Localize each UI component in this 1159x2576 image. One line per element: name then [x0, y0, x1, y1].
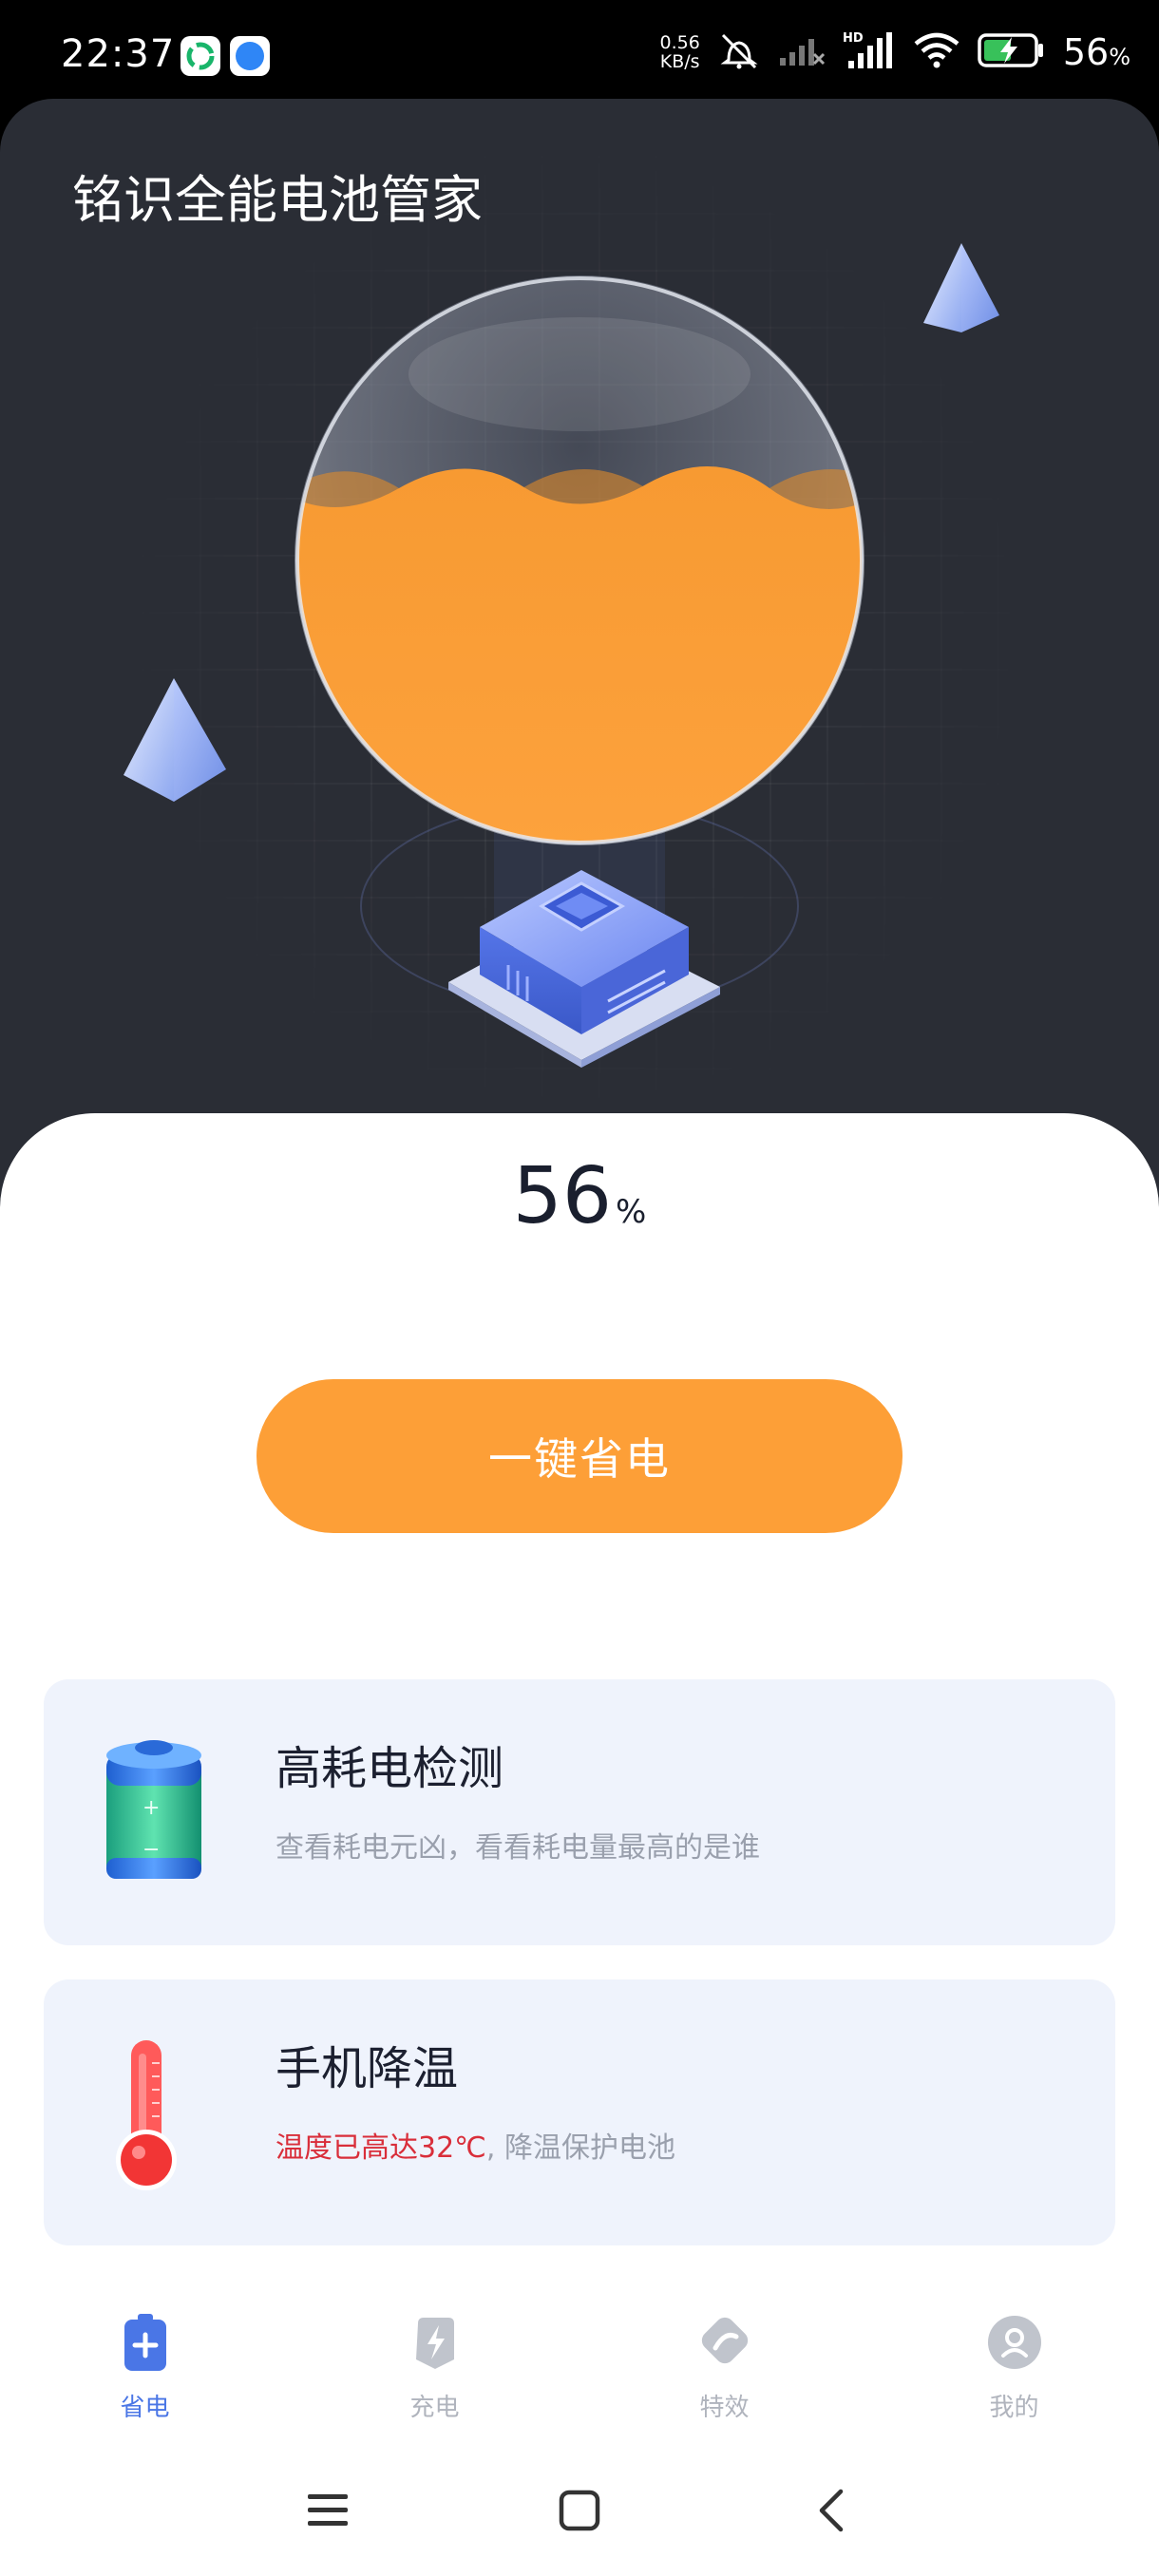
effects-icon: [696, 2312, 753, 2377]
card-subtitle: 查看耗电元凶，看看耗电量最高的是谁: [276, 1831, 760, 1865]
thermometer-icon: [106, 2035, 186, 2200]
charge-icon: [410, 2312, 460, 2377]
app-green-icon: [180, 36, 220, 76]
signal-off-icon: [778, 33, 826, 71]
high-drain-detection-card[interactable]: + − 高耗电检测 查看耗电元凶，看看耗电量最高的是谁: [44, 1679, 1115, 1945]
card-title: 手机降温: [276, 2042, 459, 2095]
tab-label: 我的: [989, 2394, 1039, 2422]
card-title: 高耗电检测: [276, 1742, 504, 1795]
status-time: 22:37: [61, 32, 176, 76]
tab-charge[interactable]: 充电: [290, 2280, 580, 2451]
status-icons: 0.56 KB/s HD 56%: [660, 28, 1130, 76]
net-speed: 0.56 KB/s: [659, 32, 700, 72]
battery-percent-value: 56: [512, 1151, 613, 1241]
tab-label: 省电: [120, 2394, 170, 2422]
tab-effects[interactable]: 特效: [580, 2280, 869, 2451]
phone-cooling-card[interactable]: 手机降温 温度已高达32℃, 降温保护电池: [44, 1979, 1115, 2245]
battery-save-icon: [121, 2312, 170, 2377]
home-icon[interactable]: [546, 2477, 613, 2544]
wifi-icon: [913, 32, 960, 72]
status-bar: 22:37 0.56 KB/s HD 56%: [0, 0, 1159, 104]
mute-icon: [717, 31, 761, 73]
back-icon[interactable]: [798, 2477, 864, 2544]
hero-panel: 铭识全能电池管家: [0, 99, 1159, 1239]
battery-percent-unit: %: [616, 1193, 647, 1231]
battery-icon: + −: [101, 1734, 207, 1894]
profile-icon: [984, 2312, 1045, 2377]
bottom-tab-bar: 省电 充电 特效 我的: [0, 2280, 1159, 2451]
battery-percent-display: 56%: [0, 1151, 1159, 1241]
tab-label: 特效: [699, 2394, 750, 2422]
tab-profile[interactable]: 我的: [869, 2280, 1159, 2451]
battery-charging-icon: [978, 31, 1046, 73]
temperature-warning: 温度已高达32℃: [276, 2131, 486, 2165]
tab-label: 充电: [409, 2394, 460, 2422]
svg-text:HD: HD: [843, 31, 864, 46]
app-blue-compass-icon: [230, 36, 270, 76]
svg-text:+: +: [142, 1796, 160, 1820]
svg-text:−: −: [142, 1838, 160, 1862]
battery-illustration: [124, 243, 999, 1068]
hd-signal-icon: HD: [843, 30, 896, 74]
menu-icon[interactable]: [294, 2477, 361, 2544]
tab-save-power[interactable]: 省电: [0, 2280, 290, 2451]
system-navigation-bar: [0, 2451, 1159, 2576]
one-click-save-button[interactable]: 一键省电: [256, 1379, 902, 1533]
status-battery-percent: 56%: [1062, 31, 1130, 73]
card-subtitle: 温度已高达32℃, 降温保护电池: [276, 2131, 675, 2165]
